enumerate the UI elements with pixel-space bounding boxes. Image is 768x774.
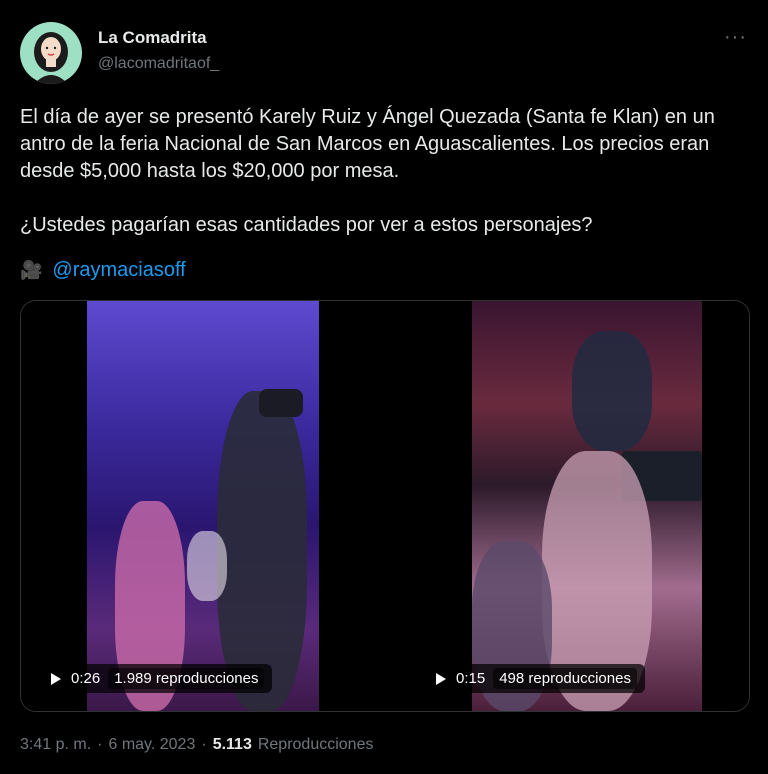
tweet-date[interactable]: 6 may. 2023 <box>108 736 195 754</box>
view-count: 5.113 <box>212 736 252 753</box>
mention-link[interactable]: @raymaciasoff <box>52 259 185 282</box>
video-camera-icon: 🎥 <box>20 260 43 280</box>
tweet-paragraph: El día de ayer se presentó Karely Ruiz y… <box>20 106 715 182</box>
video-views: 1.989 reproducciones <box>108 668 265 689</box>
media-grid: 0:26 1.989 reproducciones 0:15 498 repro… <box>20 300 750 712</box>
separator: · <box>97 736 103 753</box>
author-name[interactable]: La Comadrita <box>98 28 207 48</box>
video-player[interactable]: 0:15 498 reproducciones <box>386 301 749 711</box>
view-label: Reproducciones <box>257 736 374 753</box>
separator: · <box>201 736 207 753</box>
tweet-paragraph: ¿Ustedes pagarían esas cantidades por ve… <box>20 214 593 236</box>
video-duration: 0:15 <box>456 670 486 687</box>
tweet-text: El día de ayer se presentó Karely Ruiz y… <box>20 104 750 239</box>
tweet-time[interactable]: 3:41 p. m. <box>20 736 91 754</box>
tweet-metadata: 3:41 p. m. · 6 may. 2023 · 5.113 Reprodu… <box>20 736 373 754</box>
video-player[interactable]: 0:26 1.989 reproducciones <box>21 301 384 711</box>
tweet: La Comadrita @lacomadritaof_ ··· El día … <box>0 0 768 774</box>
more-options-icon[interactable]: ··· <box>724 26 747 49</box>
video-info-badge: 0:26 1.989 reproducciones <box>43 664 273 693</box>
video-thumbnail <box>472 301 702 711</box>
play-icon <box>51 672 61 685</box>
avatar-illustration <box>34 32 68 84</box>
video-thumbnail <box>87 301 319 711</box>
author-handle[interactable]: @lacomadritaof_ <box>98 55 219 73</box>
video-credit: 🎥 @raymaciasoff <box>20 259 186 282</box>
video-views: 498 reproducciones <box>493 668 637 689</box>
play-icon <box>436 672 446 685</box>
avatar[interactable] <box>20 22 82 84</box>
video-duration: 0:26 <box>71 670 101 687</box>
video-info-badge: 0:15 498 reproducciones <box>428 664 645 693</box>
